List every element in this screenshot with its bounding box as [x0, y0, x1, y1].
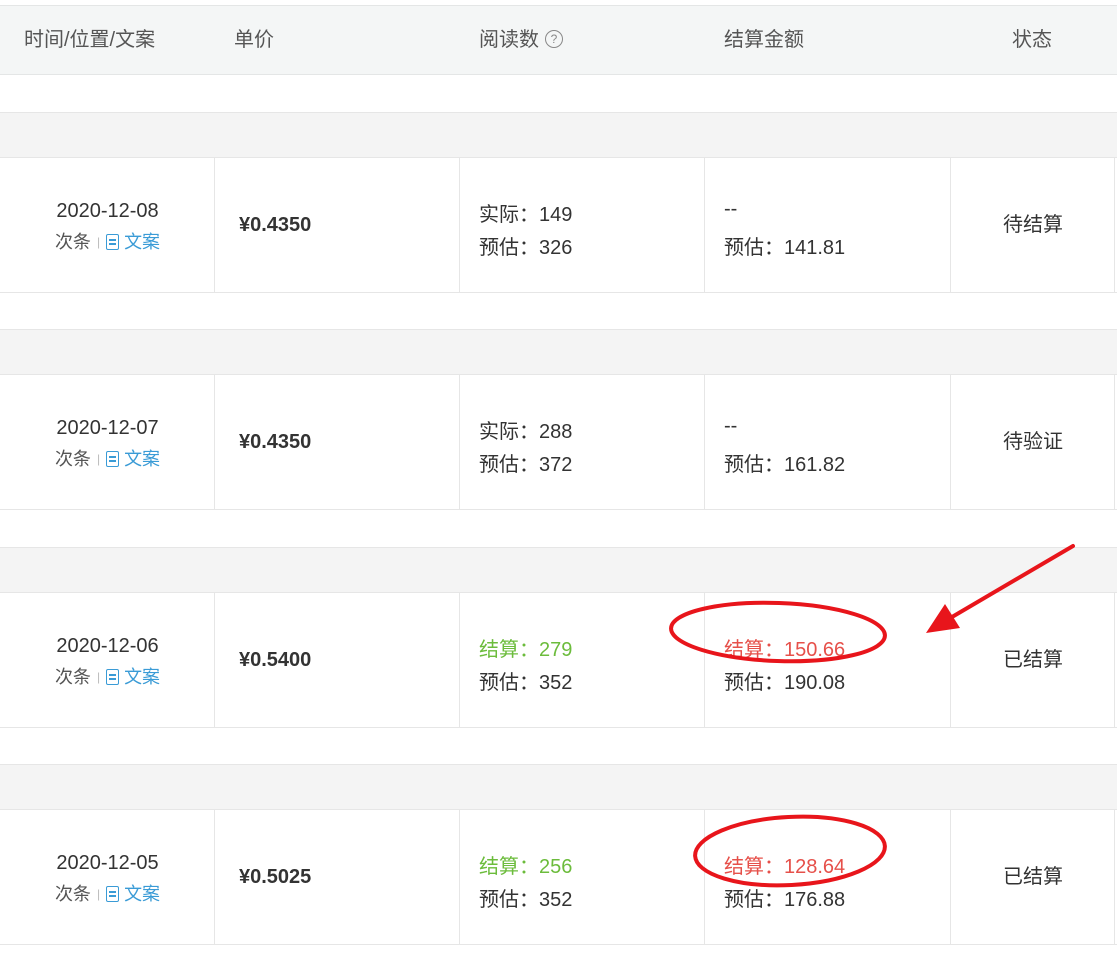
row-gap [0, 329, 1117, 375]
reads-estimate: 预估：352 [479, 889, 573, 911]
row-date: 2020-12-05 [56, 852, 159, 874]
status-text: 待结算 [1003, 214, 1063, 236]
doc-link-label: 文案 [124, 232, 161, 252]
row-position: 次条 [54, 232, 91, 252]
row-position: 次条 [54, 449, 91, 469]
cell-status: 待验证 [951, 375, 1115, 509]
reads-estimate: 预估：352 [479, 672, 573, 694]
table-row: 2020-12-05 次条 | 文案 ¥0.5025 结算：256 预估：352 结… [0, 810, 1117, 945]
unit-price: ¥0.4350 [239, 431, 312, 453]
header-settlement-amount: 结算金额 [724, 29, 804, 51]
cell-reads: 实际：149 预估：326 [460, 158, 705, 292]
doc-link-label: 文案 [124, 667, 161, 687]
doc-link-label: 文案 [124, 449, 161, 469]
table-row: 2020-12-06 次条 | 文案 ¥0.5400 结算：279 预估：352 结… [0, 593, 1117, 728]
cell-price: ¥0.5400 [215, 593, 460, 727]
doc-link[interactable]: 文案 [106, 232, 160, 252]
amount-estimate: 预估：161.82 [724, 454, 846, 476]
cell-time: 2020-12-05 次条 | 文案 [0, 810, 215, 944]
doc-link[interactable]: 文案 [106, 884, 160, 904]
row-gap [0, 547, 1117, 593]
document-icon [106, 451, 120, 467]
reads-estimate: 预估：326 [479, 237, 573, 259]
row-sub: 次条 | 文案 [0, 445, 215, 471]
document-icon [106, 669, 120, 685]
document-icon [106, 234, 120, 250]
header-time-position-doc: 时间/位置/文案 [24, 29, 156, 51]
row-sub: 次条 | 文案 [0, 228, 215, 254]
document-icon [106, 886, 120, 902]
reads-actual: 实际：149 [479, 204, 573, 226]
unit-price: ¥0.5400 [239, 649, 312, 671]
amount-settled: -- [724, 198, 738, 220]
amount-estimate: 预估：176.88 [724, 889, 846, 911]
cell-status: 已结算 [951, 593, 1115, 727]
row-date: 2020-12-06 [56, 635, 159, 657]
unit-price: ¥0.4350 [239, 214, 312, 236]
cell-amount: 结算：150.66 预估：190.08 [705, 593, 951, 727]
reads-settled: 结算：279 [479, 639, 573, 661]
header-reads: 阅读数? [479, 6, 563, 74]
cell-amount: -- 预估：141.81 [705, 158, 951, 292]
unit-price: ¥0.5025 [239, 866, 312, 888]
status-text: 待验证 [1003, 431, 1063, 453]
cell-status: 已结算 [951, 810, 1115, 944]
separator: | [96, 887, 101, 901]
cell-time: 2020-12-06 次条 | 文案 [0, 593, 215, 727]
table-row: 2020-12-08 次条 | 文案 ¥0.4350 实际：149 预估：326 -… [0, 158, 1117, 293]
row-gap [0, 112, 1117, 158]
help-circle-icon[interactable]: ? [545, 30, 563, 48]
header-status: 状态 [1012, 29, 1052, 51]
row-sub: 次条 | 文案 [0, 880, 215, 906]
table-row: 2020-12-07 次条 | 文案 ¥0.4350 实际：288 预估：372 -… [0, 375, 1117, 510]
row-date: 2020-12-07 [56, 417, 159, 439]
cell-reads: 结算：256 预估：352 [460, 810, 705, 944]
row-sub: 次条 | 文案 [0, 663, 215, 689]
cell-status: 待结算 [951, 158, 1115, 292]
amount-estimate: 预估：190.08 [724, 672, 846, 694]
header-reads-label: 阅读数 [479, 29, 539, 51]
row-date: 2020-12-08 [56, 200, 159, 222]
reads-settled: 结算：256 [479, 856, 573, 878]
separator: | [96, 670, 101, 684]
row-gap [0, 764, 1117, 810]
separator: | [96, 235, 101, 249]
cell-reads: 实际：288 预估：372 [460, 375, 705, 509]
cell-amount: 结算：128.64 预估：176.88 [705, 810, 951, 944]
cell-time: 2020-12-07 次条 | 文案 [0, 375, 215, 509]
doc-link[interactable]: 文案 [106, 667, 160, 687]
cell-time: 2020-12-08 次条 | 文案 [0, 158, 215, 292]
cell-price: ¥0.5025 [215, 810, 460, 944]
amount-settled: -- [724, 415, 738, 437]
amount-estimate: 预估：141.81 [724, 237, 846, 259]
cell-price: ¥0.4350 [215, 375, 460, 509]
table-header: 时间/位置/文案 单价 阅读数? 结算金额 状态 [0, 5, 1117, 75]
amount-settled: 结算：150.66 [724, 639, 846, 661]
cell-amount: -- 预估：161.82 [705, 375, 951, 509]
row-position: 次条 [54, 667, 91, 687]
cell-reads: 结算：279 预估：352 [460, 593, 705, 727]
status-text: 已结算 [1003, 866, 1063, 888]
reads-estimate: 预估：372 [479, 454, 573, 476]
reads-actual: 实际：288 [479, 421, 573, 443]
row-position: 次条 [54, 884, 91, 904]
header-unit-price: 单价 [234, 29, 274, 51]
doc-link-label: 文案 [124, 884, 161, 904]
doc-link[interactable]: 文案 [106, 449, 160, 469]
amount-settled: 结算：128.64 [724, 856, 846, 878]
separator: | [96, 452, 101, 466]
status-text: 已结算 [1003, 649, 1063, 671]
cell-price: ¥0.4350 [215, 158, 460, 292]
